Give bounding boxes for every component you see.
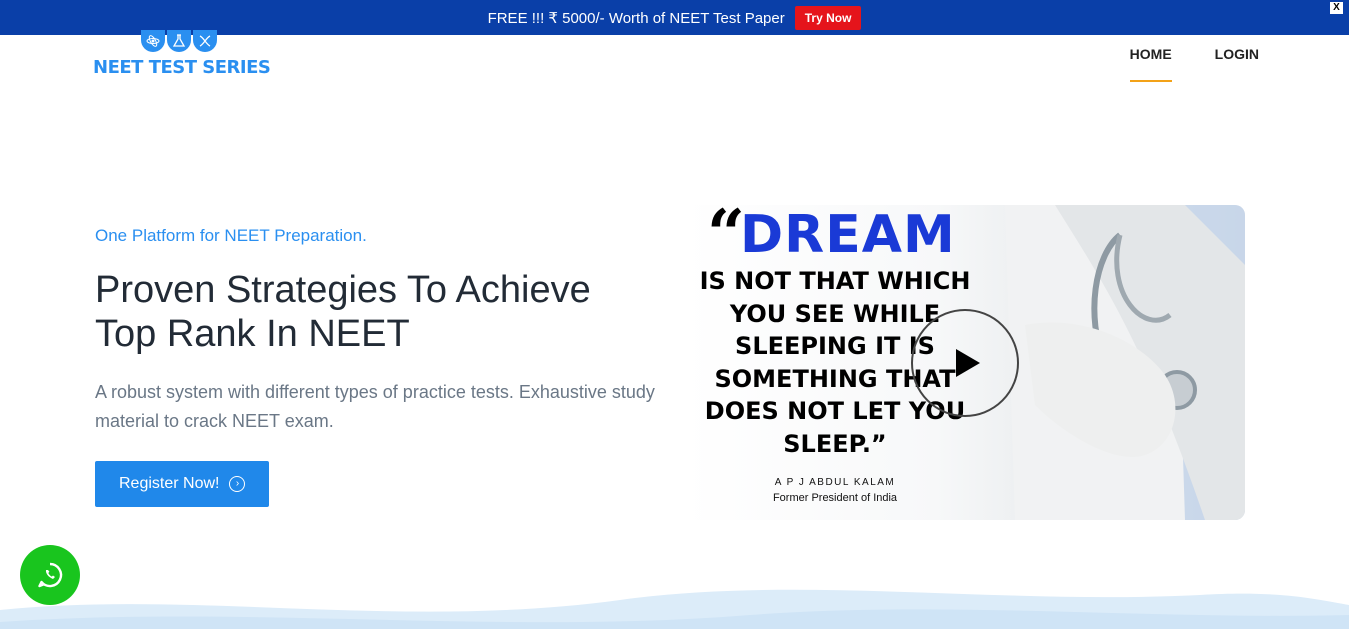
headline-line-2: Top Rank In NEET (95, 313, 410, 355)
flask-icon (167, 30, 191, 52)
quote-author-title: Former President of India (772, 492, 898, 504)
quote-line: IS NOT THAT WHICH (699, 267, 971, 295)
hero-content: One Platform for NEET Preparation. Prove… (95, 226, 675, 507)
quote-author: A P J ABDUL KALAM (774, 477, 896, 488)
hero-tagline: One Platform for NEET Preparation. (95, 226, 367, 245)
headline-line-1: Proven Strategies To Achieve (95, 269, 591, 311)
hero-description: A robust system with different types of … (95, 382, 655, 431)
main-nav: HOME LOGIN (1129, 46, 1259, 82)
nav-item-home[interactable]: HOME (1129, 46, 1172, 82)
wave-decoration (0, 589, 1349, 629)
quote-line: SLEEP.” (783, 429, 887, 458)
register-now-button[interactable]: Register Now! › (95, 461, 270, 507)
chevron-circle-right-icon: › (229, 476, 246, 492)
play-icon (956, 349, 980, 377)
logo-text: NEET TEST SERIES (93, 57, 271, 78)
whatsapp-chat-button[interactable] (20, 545, 80, 605)
announcement-text: FREE !!! ₹ 5000/- Worth of NEET Test Pap… (487, 9, 785, 27)
play-button[interactable] (911, 309, 1019, 417)
video-thumbnail[interactable]: “ DREAM IS NOT THAT WHICH YOU SEE WHILE … (685, 205, 1245, 520)
nav-item-login[interactable]: LOGIN (1215, 46, 1259, 82)
dna-icon (193, 30, 217, 52)
atom-icon (141, 30, 165, 52)
whatsapp-icon (38, 562, 63, 588)
site-logo[interactable]: NEET TEST SERIES (93, 30, 273, 80)
close-announcement-button[interactable]: X (1330, 2, 1343, 14)
quote-headline: DREAM (740, 205, 956, 265)
register-label: Register Now! (119, 475, 220, 492)
hero-headline: Proven Strategies To Achieve Top Rank In… (95, 268, 675, 356)
logo-icons (141, 30, 217, 52)
try-now-button[interactable]: Try Now (794, 5, 862, 30)
